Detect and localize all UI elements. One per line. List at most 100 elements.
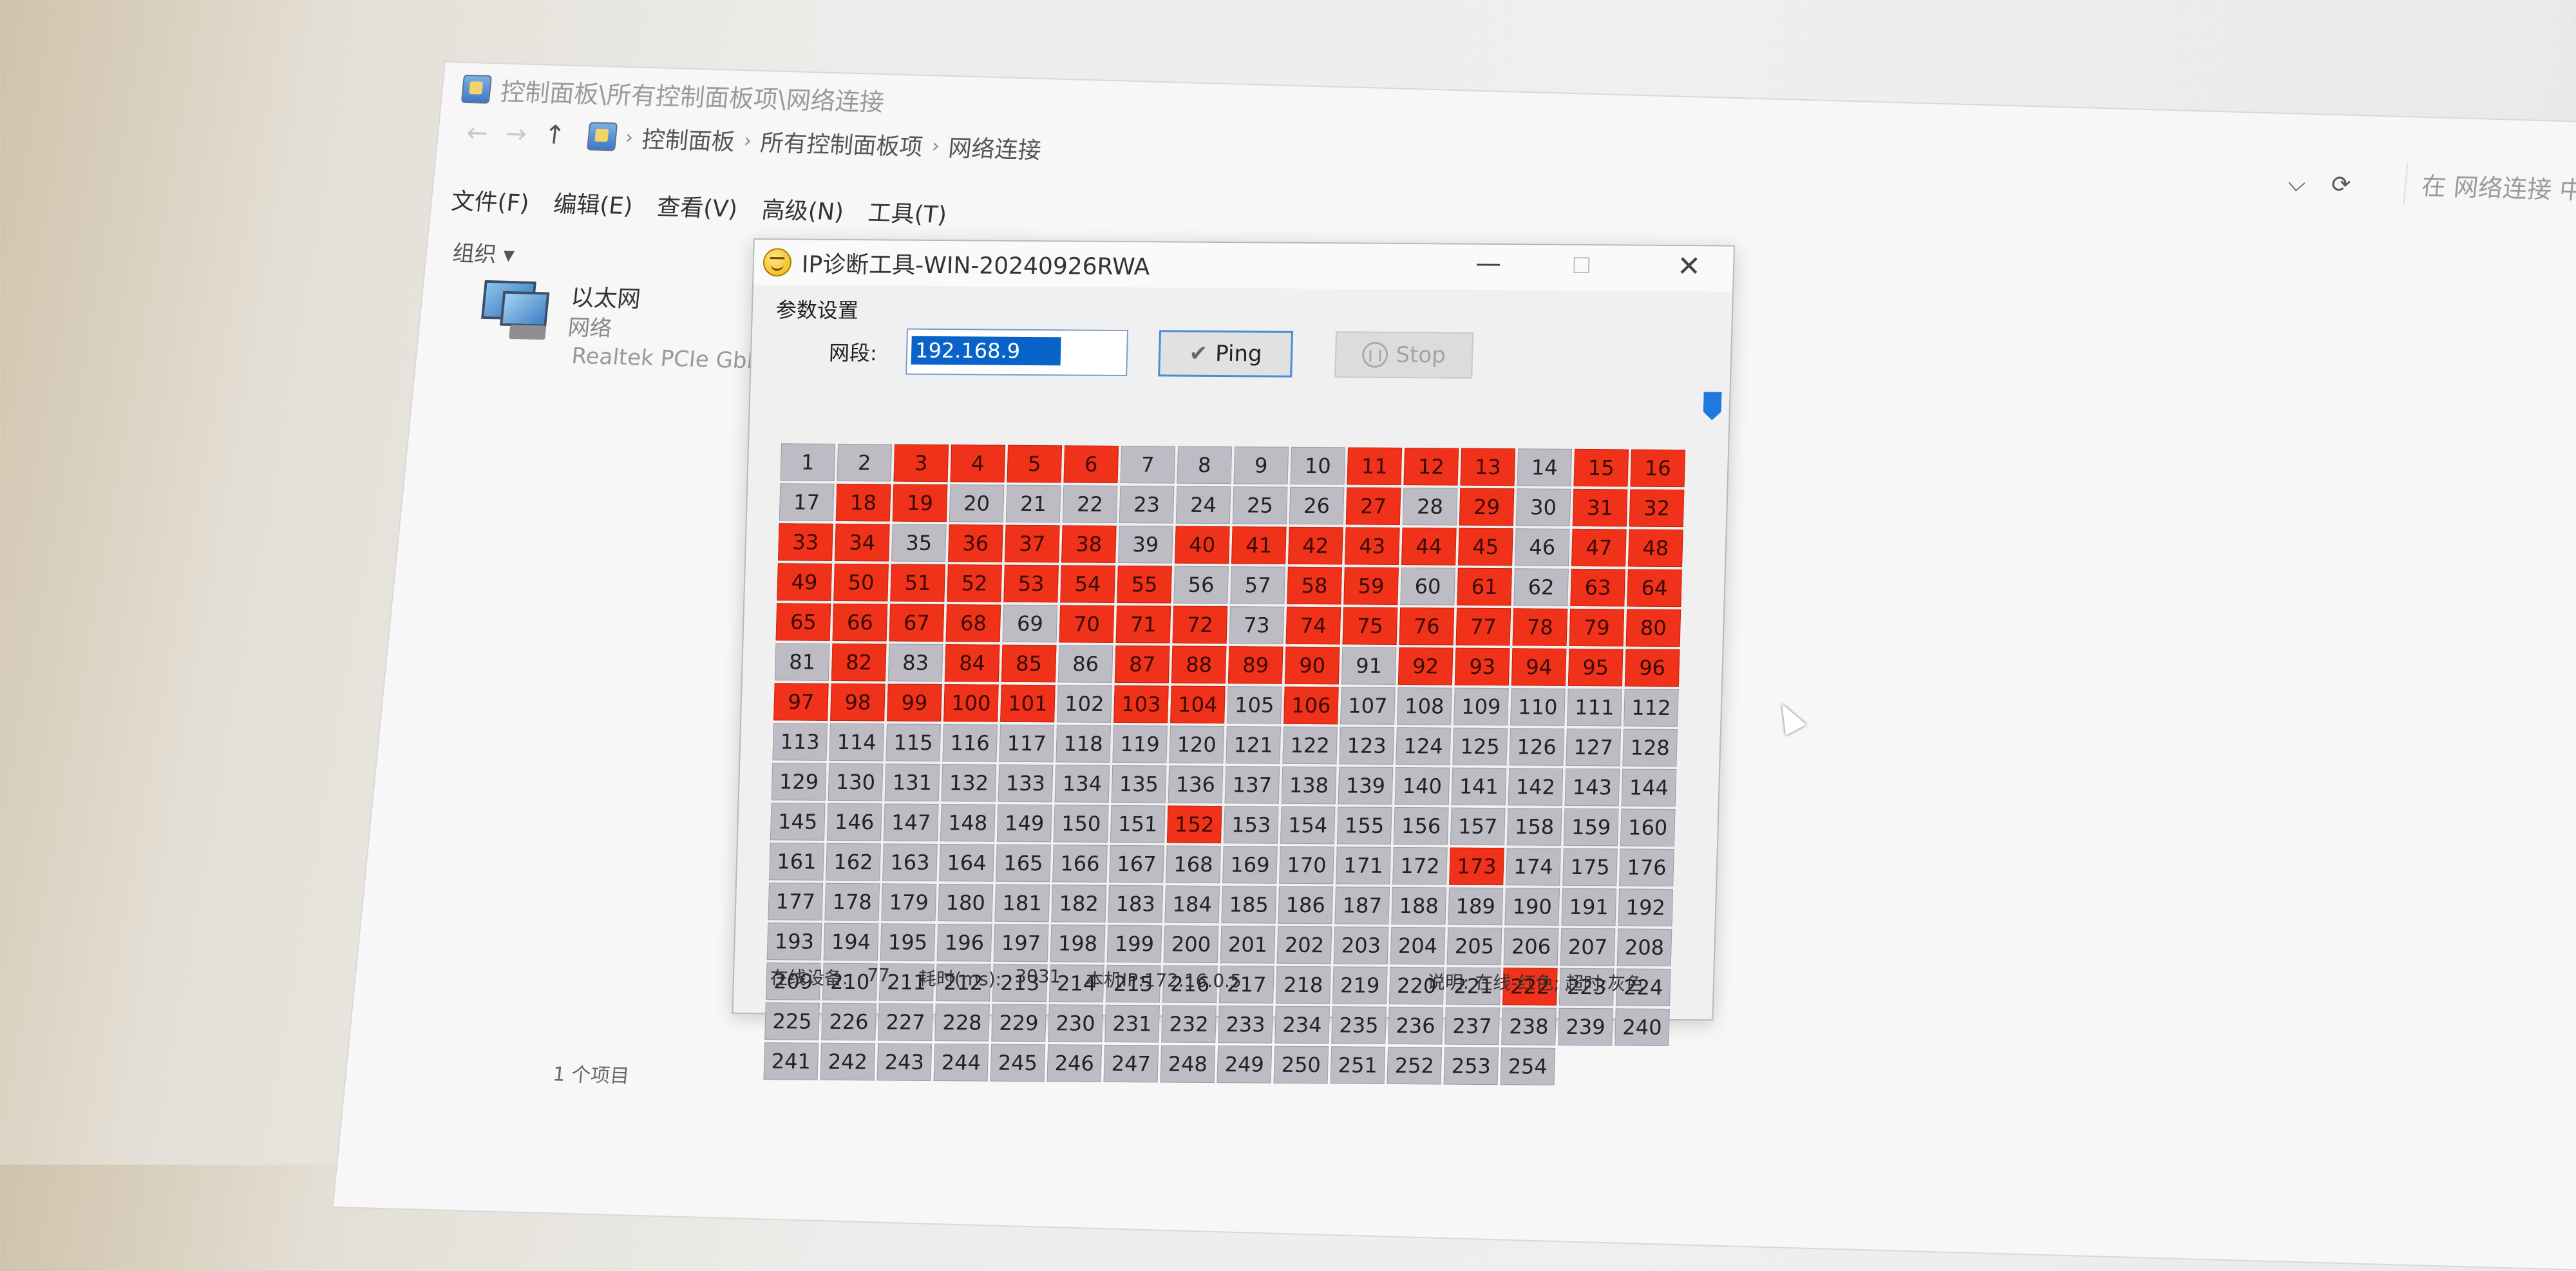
ip-cell-159[interactable]: 159 bbox=[1563, 808, 1619, 846]
ip-cell-155[interactable]: 155 bbox=[1336, 807, 1392, 845]
ip-cell-10[interactable]: 10 bbox=[1290, 446, 1346, 485]
ip-cell-24[interactable]: 24 bbox=[1175, 486, 1231, 524]
ip-cell-247[interactable]: 247 bbox=[1103, 1044, 1159, 1083]
ip-cell-113[interactable]: 113 bbox=[772, 723, 828, 761]
ip-cell-241[interactable]: 241 bbox=[763, 1042, 819, 1080]
ip-cell-16[interactable]: 16 bbox=[1630, 449, 1686, 488]
ip-cell-236[interactable]: 236 bbox=[1388, 1006, 1443, 1045]
ip-cell-53[interactable]: 53 bbox=[1003, 564, 1059, 603]
ip-cell-166[interactable]: 166 bbox=[1052, 845, 1108, 883]
ip-cell-138[interactable]: 138 bbox=[1281, 766, 1337, 805]
ip-cell-156[interactable]: 156 bbox=[1393, 807, 1449, 845]
ip-cell-2[interactable]: 2 bbox=[837, 443, 893, 482]
ip-cell-191[interactable]: 191 bbox=[1561, 888, 1617, 926]
ip-cell-92[interactable]: 92 bbox=[1397, 647, 1454, 685]
ip-cell-230[interactable]: 230 bbox=[1048, 1004, 1103, 1042]
ip-cell-78[interactable]: 78 bbox=[1512, 608, 1568, 646]
ip-cell-139[interactable]: 139 bbox=[1338, 767, 1394, 805]
ip-cell-167[interactable]: 167 bbox=[1109, 845, 1164, 883]
ip-cell-142[interactable]: 142 bbox=[1508, 768, 1564, 806]
breadcrumb-item-all-items[interactable]: 所有控制面板项 bbox=[759, 124, 925, 162]
ip-cell-200[interactable]: 200 bbox=[1163, 925, 1219, 964]
ip-cell-141[interactable]: 141 bbox=[1451, 767, 1507, 806]
ip-cell-110[interactable]: 110 bbox=[1510, 688, 1566, 726]
ip-cell-158[interactable]: 158 bbox=[1506, 808, 1562, 846]
ip-cell-232[interactable]: 232 bbox=[1161, 1005, 1217, 1044]
ip-cell-162[interactable]: 162 bbox=[826, 843, 881, 881]
ip-cell-249[interactable]: 249 bbox=[1217, 1046, 1273, 1084]
ip-cell-9[interactable]: 9 bbox=[1233, 446, 1289, 484]
ip-cell-101[interactable]: 101 bbox=[1000, 684, 1056, 723]
ip-cell-91[interactable]: 91 bbox=[1341, 647, 1397, 685]
ip-cell-58[interactable]: 58 bbox=[1287, 566, 1342, 605]
ip-cell-150[interactable]: 150 bbox=[1053, 805, 1109, 843]
segment-field[interactable] bbox=[905, 328, 1129, 377]
ip-cell-197[interactable]: 197 bbox=[993, 924, 1049, 962]
back-arrow-icon[interactable]: ← bbox=[457, 118, 498, 149]
ip-cell-204[interactable]: 204 bbox=[1390, 926, 1446, 965]
menu-file[interactable]: 文件(F) bbox=[450, 182, 531, 218]
ip-cell-151[interactable]: 151 bbox=[1110, 805, 1166, 843]
ip-cell-32[interactable]: 32 bbox=[1629, 489, 1685, 528]
ip-cell-41[interactable]: 41 bbox=[1231, 526, 1287, 564]
ip-cell-143[interactable]: 143 bbox=[1564, 768, 1620, 807]
ip-cell-36[interactable]: 36 bbox=[948, 524, 1003, 562]
ip-cell-176[interactable]: 176 bbox=[1619, 848, 1674, 886]
ip-cell-252[interactable]: 252 bbox=[1387, 1046, 1443, 1085]
ip-cell-165[interactable]: 165 bbox=[996, 844, 1051, 883]
ip-cell-153[interactable]: 153 bbox=[1223, 806, 1279, 844]
ip-cell-52[interactable]: 52 bbox=[947, 564, 1002, 602]
ip-cell-228[interactable]: 228 bbox=[934, 1004, 990, 1042]
ip-cell-179[interactable]: 179 bbox=[881, 883, 937, 921]
ip-cell-107[interactable]: 107 bbox=[1340, 687, 1396, 725]
ip-cell-76[interactable]: 76 bbox=[1399, 607, 1455, 645]
ip-cell-157[interactable]: 157 bbox=[1450, 807, 1506, 846]
ip-cell-174[interactable]: 174 bbox=[1506, 848, 1561, 886]
ip-cell-56[interactable]: 56 bbox=[1173, 566, 1229, 604]
ip-cell-128[interactable]: 128 bbox=[1622, 729, 1678, 767]
ip-cell-132[interactable]: 132 bbox=[941, 764, 997, 802]
ip-cell-146[interactable]: 146 bbox=[826, 803, 882, 841]
ip-cell-133[interactable]: 133 bbox=[998, 764, 1054, 803]
ip-cell-173[interactable]: 173 bbox=[1449, 847, 1504, 886]
ip-cell-225[interactable]: 225 bbox=[764, 1002, 820, 1040]
ip-cell-102[interactable]: 102 bbox=[1057, 685, 1112, 723]
ip-cell-45[interactable]: 45 bbox=[1458, 528, 1513, 566]
ip-cell-198[interactable]: 198 bbox=[1050, 924, 1106, 962]
up-arrow-icon[interactable]: ↑ bbox=[534, 120, 575, 151]
ip-cell-185[interactable]: 185 bbox=[1221, 886, 1277, 924]
ip-cell-48[interactable]: 48 bbox=[1628, 529, 1683, 568]
ip-cell-8[interactable]: 8 bbox=[1177, 446, 1233, 484]
ip-cell-246[interactable]: 246 bbox=[1046, 1044, 1103, 1082]
explorer-search-input[interactable]: 在 网络连接 中搜索 bbox=[2403, 162, 2576, 212]
ip-cell-73[interactable]: 73 bbox=[1229, 606, 1285, 644]
ip-cell-18[interactable]: 18 bbox=[835, 483, 891, 522]
ip-cell-34[interactable]: 34 bbox=[835, 523, 890, 562]
ip-cell-194[interactable]: 194 bbox=[823, 922, 879, 961]
ip-cell-67[interactable]: 67 bbox=[889, 604, 945, 642]
ip-cell-27[interactable]: 27 bbox=[1345, 487, 1401, 526]
ip-cell-123[interactable]: 123 bbox=[1339, 727, 1394, 765]
ip-cell-96[interactable]: 96 bbox=[1624, 649, 1680, 687]
ip-cell-119[interactable]: 119 bbox=[1112, 725, 1168, 763]
ip-cell-229[interactable]: 229 bbox=[991, 1004, 1046, 1042]
ip-cell-80[interactable]: 80 bbox=[1625, 609, 1681, 647]
ip-cell-46[interactable]: 46 bbox=[1515, 528, 1570, 566]
ip-cell-116[interactable]: 116 bbox=[942, 724, 998, 762]
ip-cell-147[interactable]: 147 bbox=[883, 803, 939, 842]
ip-cell-195[interactable]: 195 bbox=[880, 923, 936, 961]
ip-cell-148[interactable]: 148 bbox=[940, 804, 996, 842]
ip-cell-100[interactable]: 100 bbox=[943, 684, 999, 722]
ip-cell-19[interactable]: 19 bbox=[892, 484, 948, 522]
ip-cell-6[interactable]: 6 bbox=[1063, 445, 1119, 483]
ip-cell-84[interactable]: 84 bbox=[944, 644, 1000, 682]
refresh-icon[interactable]: ⟳ bbox=[2330, 171, 2352, 199]
ip-cell-251[interactable]: 251 bbox=[1330, 1046, 1386, 1084]
segment-input[interactable] bbox=[911, 336, 1061, 366]
ip-cell-137[interactable]: 137 bbox=[1224, 766, 1280, 804]
minimize-button[interactable]: — bbox=[1475, 249, 1501, 278]
ip-cell-180[interactable]: 180 bbox=[938, 884, 994, 922]
ip-cell-17[interactable]: 17 bbox=[779, 483, 835, 521]
stop-button[interactable]: ❙❙ Stop bbox=[1334, 331, 1474, 379]
ip-cell-12[interactable]: 12 bbox=[1403, 448, 1459, 486]
